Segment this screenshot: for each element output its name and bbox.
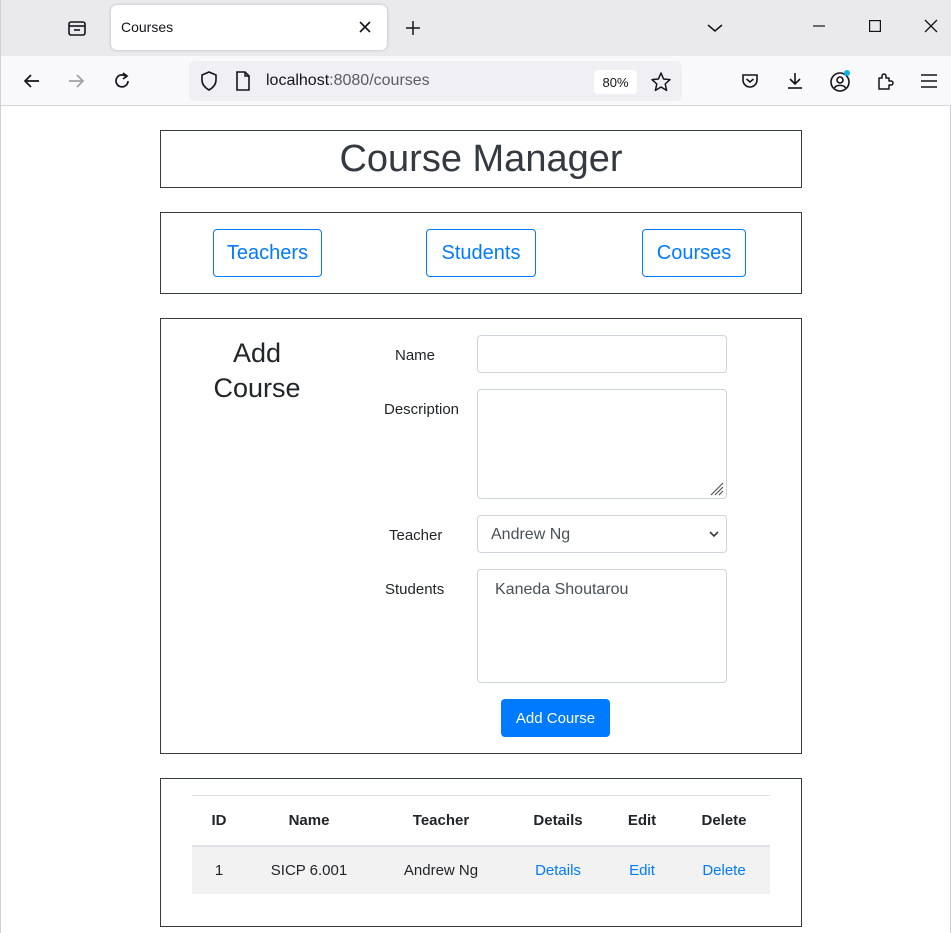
chevron-down-icon — [709, 531, 719, 538]
column-header-teacher: Teacher — [372, 795, 510, 847]
courses-table: ID Name Teacher Details Edit Delete 1 SI… — [192, 795, 770, 894]
chevron-down-icon[interactable] — [703, 16, 727, 40]
courses-table-panel: ID Name Teacher Details Edit Delete 1 SI… — [160, 778, 802, 927]
nav-panel: Teachers Students Courses — [160, 212, 802, 294]
description-label: Description — [384, 401, 460, 418]
pocket-icon[interactable] — [737, 68, 763, 94]
maximize-icon[interactable] — [863, 14, 887, 38]
url-bar[interactable]: localhost:8080/courses 80% — [189, 61, 682, 101]
url-text: localhost:8080/courses — [266, 72, 430, 90]
page-title: Course Manager — [339, 138, 623, 180]
teacher-select-value: Andrew Ng — [491, 526, 571, 543]
download-icon[interactable] — [782, 68, 808, 94]
students-label: Students — [385, 581, 445, 598]
star-icon[interactable] — [649, 70, 673, 94]
delete-link[interactable]: Delete — [678, 845, 770, 894]
column-header-details: Details — [510, 795, 606, 847]
column-header-delete: Delete — [678, 795, 770, 847]
description-textarea[interactable] — [477, 389, 727, 499]
plus-icon[interactable] — [401, 16, 425, 40]
students-multiselect[interactable]: Kaneda Shoutarou — [477, 569, 727, 683]
column-header-name: Name — [246, 795, 372, 847]
tab-title: Courses — [121, 19, 174, 35]
zoom-level-badge[interactable]: 80% — [594, 70, 637, 94]
cell-id: 1 — [192, 845, 246, 894]
url-host: localhost — [266, 72, 330, 89]
edit-link[interactable]: Edit — [606, 845, 678, 894]
back-icon[interactable] — [19, 68, 45, 94]
teacher-label: Teacher — [389, 527, 443, 544]
extensions-icon[interactable] — [872, 68, 898, 94]
account-icon[interactable] — [827, 68, 853, 94]
form-heading-line1: Add — [232, 338, 282, 368]
form-heading: Add Course — [195, 336, 319, 406]
menu-icon[interactable] — [916, 68, 942, 94]
name-label: Name — [395, 347, 436, 364]
cell-name: SICP 6.001 — [246, 845, 372, 894]
students-button[interactable]: Students — [426, 229, 536, 277]
forward-icon[interactable] — [63, 68, 89, 94]
table-row: 1 SICP 6.001 Andrew Ng Details Edit Dele… — [192, 845, 770, 894]
column-header-id: ID — [192, 795, 246, 847]
teacher-select[interactable]: Andrew Ng — [477, 515, 727, 553]
courses-button[interactable]: Courses — [642, 229, 746, 277]
browser-tab[interactable]: Courses — [111, 5, 387, 50]
header-panel: Course Manager — [160, 130, 802, 188]
shield-icon[interactable] — [199, 71, 219, 91]
reload-icon[interactable] — [109, 68, 135, 94]
tab-list-icon[interactable] — [63, 14, 91, 42]
cell-teacher: Andrew Ng — [372, 845, 510, 894]
close-icon[interactable] — [355, 17, 375, 37]
browser-tab-bar: Courses — [1, 0, 951, 56]
add-course-button[interactable]: Add Course — [501, 699, 610, 737]
details-link[interactable]: Details — [510, 845, 606, 894]
minimize-icon[interactable] — [807, 14, 831, 38]
resize-grip-icon[interactable] — [708, 480, 724, 496]
close-icon[interactable] — [919, 14, 943, 38]
table-header-row: ID Name Teacher Details Edit Delete — [192, 795, 770, 847]
page-icon[interactable] — [233, 71, 253, 91]
name-input[interactable] — [477, 335, 727, 373]
form-heading-line2: Course — [213, 373, 301, 403]
browser-toolbar: localhost:8080/courses 80% — [1, 56, 951, 106]
add-course-form: Add Course Name Description Teacher Andr… — [160, 318, 802, 754]
column-header-edit: Edit — [606, 795, 678, 847]
url-path: :8080/courses — [329, 72, 430, 89]
students-option[interactable]: Kaneda Shoutarou — [495, 581, 628, 599]
teachers-button[interactable]: Teachers — [213, 229, 322, 277]
